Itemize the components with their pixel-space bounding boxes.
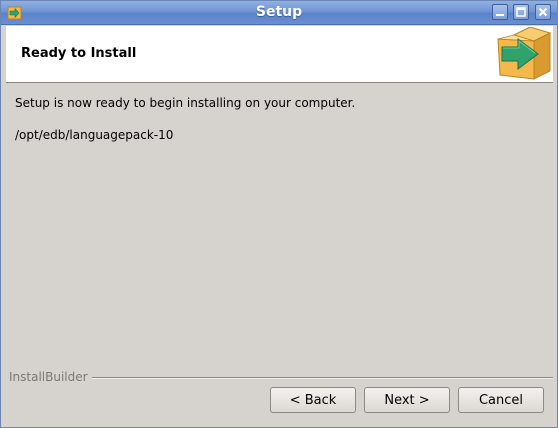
minimize-button[interactable] — [492, 4, 508, 20]
maximize-icon — [516, 7, 526, 17]
ready-message: Setup is now ready to begin installing o… — [15, 96, 356, 110]
box-arrow-icon — [494, 26, 552, 84]
setup-window: Setup Ready to Install Setup is now read… — [0, 0, 558, 428]
cancel-button[interactable]: Cancel — [458, 387, 544, 413]
minimize-icon — [496, 14, 504, 16]
wizard-header: Ready to Install — [6, 26, 553, 83]
maximize-button[interactable] — [513, 4, 529, 20]
title-bar[interactable]: Setup — [1, 1, 557, 25]
window-title: Setup — [255, 4, 303, 20]
next-button[interactable]: Next > — [364, 387, 450, 413]
brand-label: InstallBuilder — [9, 370, 92, 384]
install-path: /opt/edb/languagepack-10 — [15, 128, 174, 142]
brand-separator: InstallBuilder — [9, 370, 553, 384]
page-title: Ready to Install — [21, 46, 137, 61]
close-button[interactable] — [535, 4, 551, 20]
close-icon — [538, 7, 548, 17]
back-button[interactable]: < Back — [270, 387, 356, 413]
